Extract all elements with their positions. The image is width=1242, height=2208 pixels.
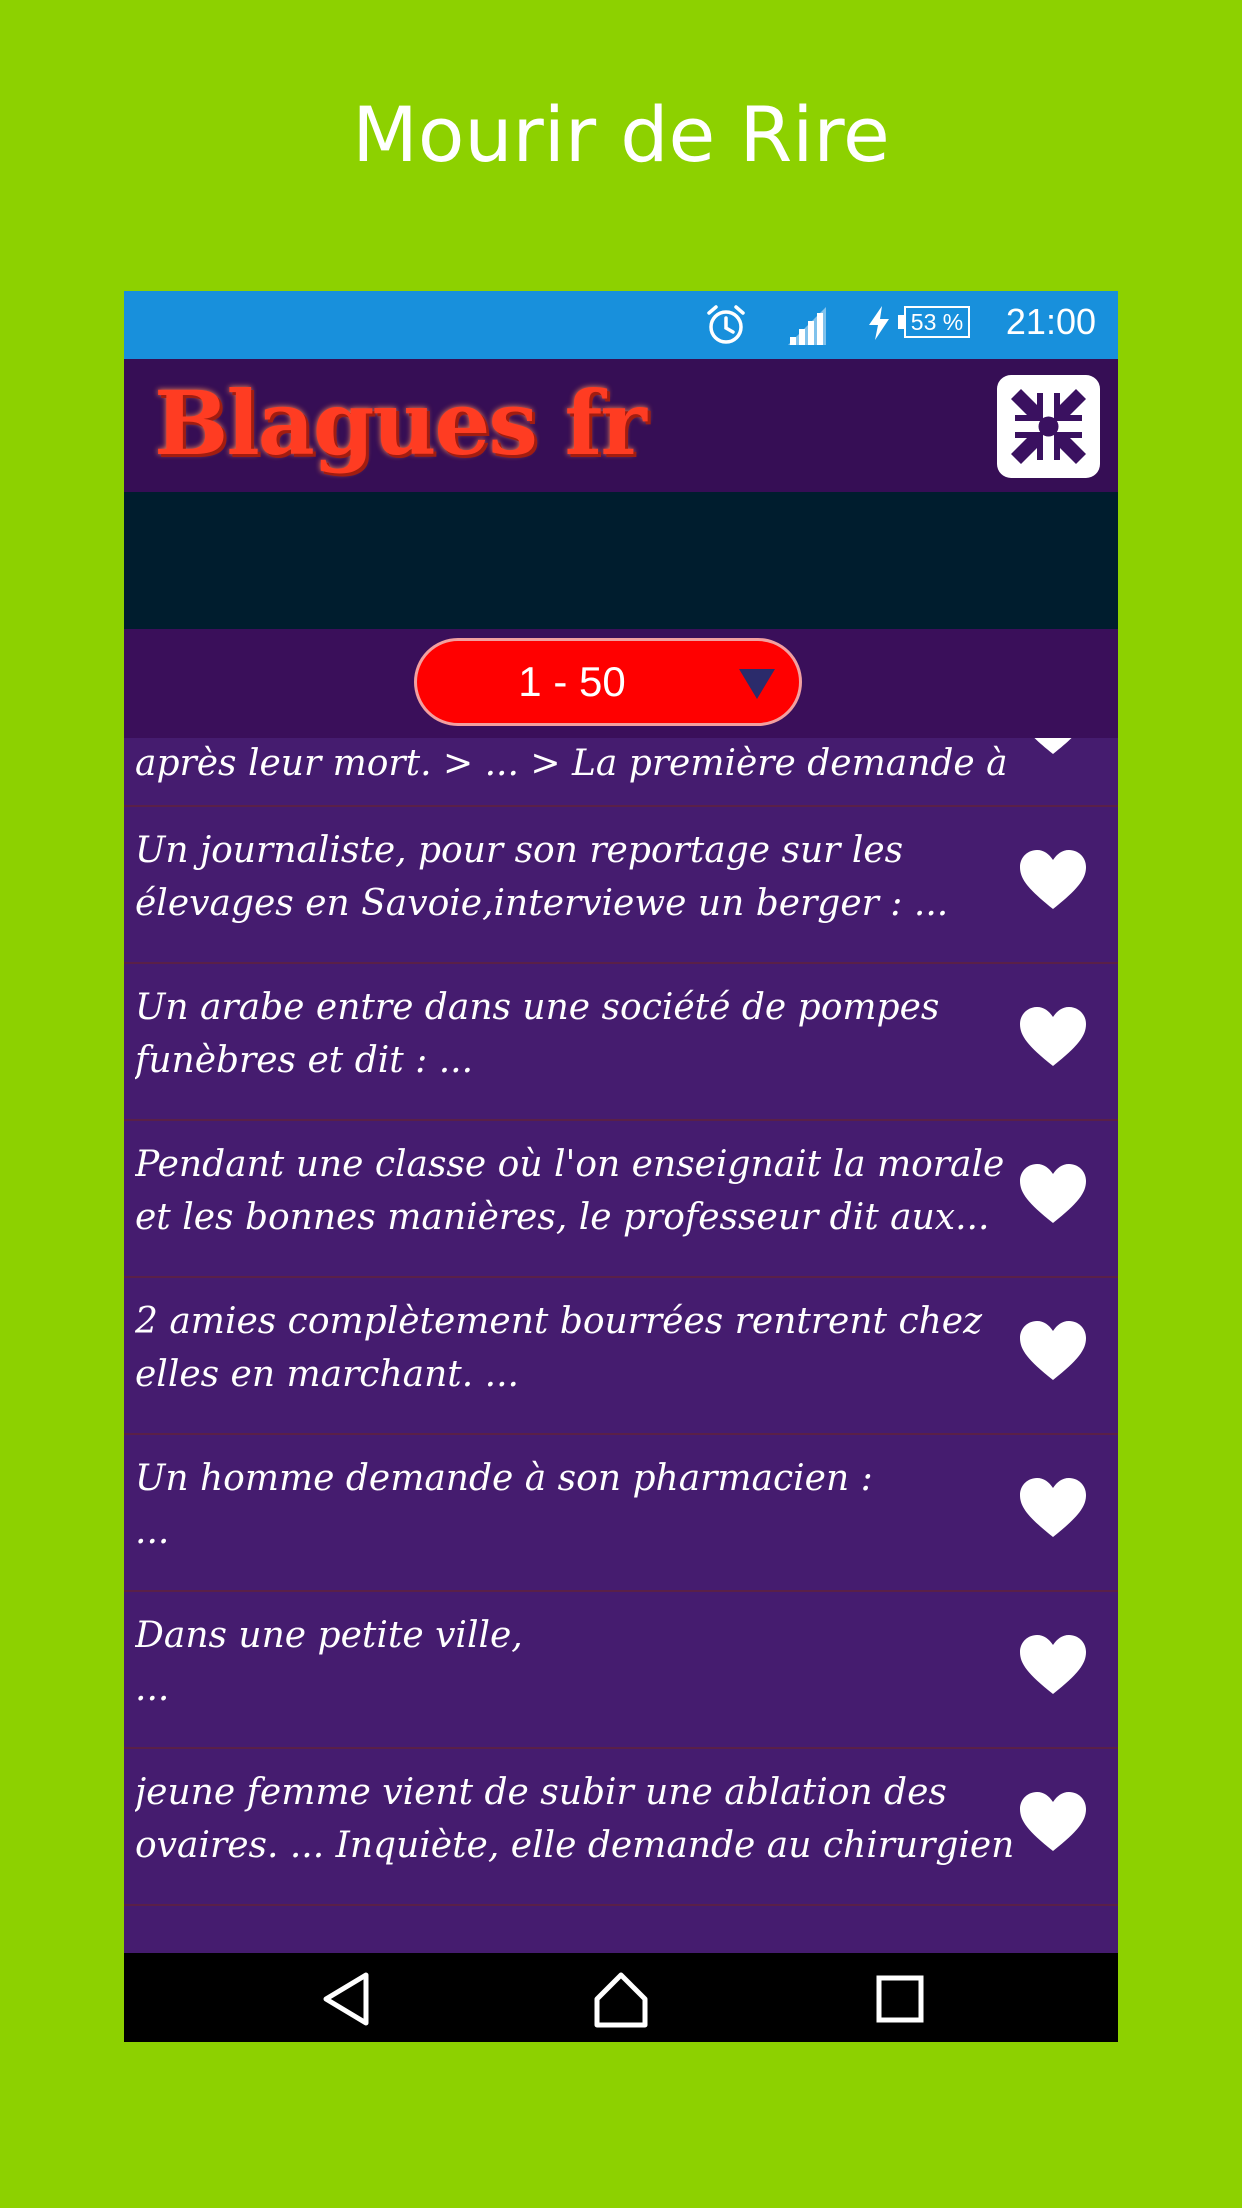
status-bar: 53 % 21:00 xyxy=(124,291,1118,359)
collapse-icon xyxy=(1011,389,1086,464)
app-logo: Blagues fr xyxy=(154,371,647,475)
joke-item[interactable]: jeune femme vient de subir une ablation … xyxy=(124,1749,1118,1906)
charging-icon xyxy=(866,305,892,345)
range-bar: 1 - 50 xyxy=(124,629,1118,738)
ad-banner-area xyxy=(124,492,1118,629)
battery-indicator: 53 % xyxy=(904,306,970,338)
joke-item[interactable]: Un homme demande à son pharmacien : ... xyxy=(124,1435,1118,1592)
joke-item[interactable]: Dans une petite ville, ... xyxy=(124,1592,1118,1749)
favorite-heart-icon[interactable] xyxy=(1018,849,1088,915)
joke-item[interactable]: Un journaliste, pour son reportage sur l… xyxy=(124,807,1118,964)
alarm-icon xyxy=(704,303,748,351)
joke-text: après leur mort. > ... > La première dem… xyxy=(135,743,1008,784)
favorite-heart-icon[interactable] xyxy=(1018,738,1088,760)
favorite-heart-icon[interactable] xyxy=(1018,1477,1088,1543)
joke-text: Pendant une classe où l'on enseignait la… xyxy=(135,1144,1005,1238)
recents-icon[interactable] xyxy=(876,1975,924,2023)
dropdown-arrow-icon xyxy=(739,669,775,699)
exit-fullscreen-button[interactable] xyxy=(997,375,1100,478)
favorite-heart-icon[interactable] xyxy=(1018,1006,1088,1072)
joke-item[interactable]: 2 amies complètement bourrées rentrent c… xyxy=(124,1278,1118,1435)
status-time: 21:00 xyxy=(1005,301,1096,342)
app-bar: Blagues fr xyxy=(124,359,1118,492)
favorite-heart-icon[interactable] xyxy=(1018,1163,1088,1229)
home-icon[interactable] xyxy=(592,1971,650,2029)
phone-screen: 53 % 21:00 Blagues fr après leur mort. >… xyxy=(124,291,1118,2042)
joke-item[interactable]: après leur mort. > ... > La première dem… xyxy=(124,738,1118,807)
range-dropdown[interactable]: 1 - 50 xyxy=(414,638,802,726)
range-selected-value: 1 - 50 xyxy=(518,658,626,705)
navigation-bar xyxy=(124,1953,1118,2042)
joke-text: jeune femme vient de subir une ablation … xyxy=(135,1772,1015,1866)
joke-list[interactable]: après leur mort. > ... > La première dem… xyxy=(124,738,1118,1953)
favorite-heart-icon[interactable] xyxy=(1018,1320,1088,1386)
joke-text: 2 amies complètement bourrées rentrent c… xyxy=(135,1301,983,1395)
favorite-heart-icon[interactable] xyxy=(1018,1634,1088,1700)
signal-icon xyxy=(786,303,830,351)
joke-item[interactable]: Pendant une classe où l'on enseignait la… xyxy=(124,1121,1118,1278)
favorite-heart-icon[interactable] xyxy=(1018,1791,1088,1857)
joke-text: Dans une petite ville, ... xyxy=(135,1615,523,1709)
joke-text: Un homme demande à son pharmacien : ... xyxy=(135,1458,873,1552)
back-icon[interactable] xyxy=(320,1971,376,2027)
joke-text: Un arabe entre dans une société de pompe… xyxy=(135,987,940,1081)
promo-title: Mourir de Rire xyxy=(352,90,890,179)
joke-text: Un journaliste, pour son reportage sur l… xyxy=(135,830,949,924)
joke-item[interactable]: Un arabe entre dans une société de pompe… xyxy=(124,964,1118,1121)
